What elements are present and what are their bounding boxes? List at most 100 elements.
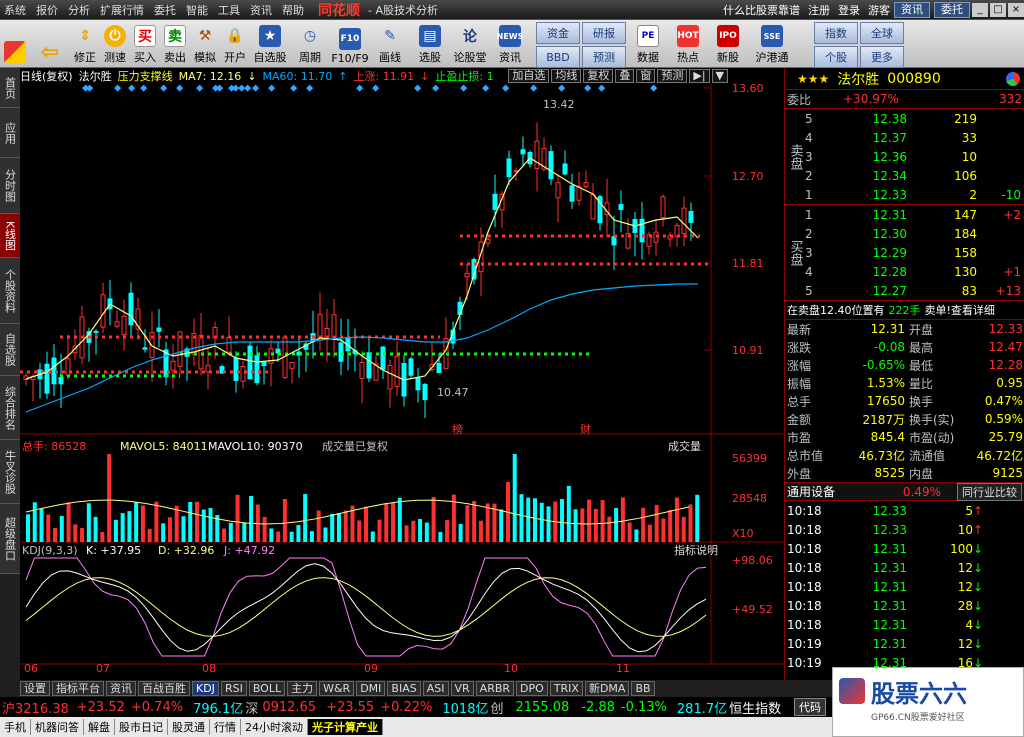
minimize-icon[interactable]: _ [972, 2, 988, 17]
menu-news[interactable]: 资讯 [250, 2, 272, 18]
industry-compare-button[interactable]: 同行业比较 [957, 482, 1022, 501]
ipo-button[interactable]: IPO 新股 [708, 20, 748, 67]
tab-vr[interactable]: VR [450, 681, 474, 696]
status-gulingtong[interactable]: 股灵通 [168, 719, 210, 735]
volume-select[interactable]: 成交量 [668, 439, 701, 453]
cy-index[interactable]: 2155.08 [516, 700, 570, 715]
collapse-icon[interactable]: ▶| [689, 69, 710, 83]
industry-name[interactable]: 通用设备 [787, 483, 887, 500]
sidebar-item-apps[interactable]: 应用 [0, 108, 20, 158]
period-label[interactable]: 日线(复权) [20, 68, 73, 84]
tab-kdj[interactable]: KDJ [192, 681, 219, 696]
tab-rsi[interactable]: RSI [220, 681, 247, 696]
back-button[interactable]: ⇦ [30, 20, 70, 67]
sidebar-item-home[interactable]: 首页 [0, 68, 20, 108]
hk-connect-button[interactable]: SSE 沪港通 [748, 20, 796, 67]
news-button[interactable]: 资讯 [894, 1, 930, 18]
revise-button[interactable]: ⇕ 修正 [70, 20, 100, 67]
sell-level-row[interactable]: 5 12.38 219 [805, 109, 1024, 128]
menu-analysis[interactable]: 分析 [68, 2, 90, 18]
tab-indicator-platform[interactable]: 指标平台 [52, 681, 104, 696]
tab-wr[interactable]: W&R [319, 681, 355, 696]
sz-index[interactable]: 0912.65 [262, 700, 316, 715]
maximize-icon[interactable]: □ [990, 2, 1006, 17]
menu-trade[interactable]: 委托 [154, 2, 176, 18]
sell-level-row[interactable]: 1 12.33 2 -10 [805, 185, 1024, 204]
tab-arbr[interactable]: ARBR [475, 681, 515, 696]
funds-button[interactable]: 资金 [536, 22, 580, 44]
tab-bias[interactable]: BIAS [387, 681, 421, 696]
menu-ext-quote[interactable]: 扩展行情 [100, 2, 144, 18]
sidebar-item-diagnosis[interactable]: 牛叉诊股 [0, 440, 20, 504]
menu-system[interactable]: 系统 [4, 2, 26, 18]
info-button[interactable]: NEWS 资讯 [490, 20, 530, 67]
tab-boll[interactable]: BOLL [248, 681, 286, 696]
sell-level-row[interactable]: 3 12.36 10 [805, 147, 1024, 166]
trade-button[interactable]: 委托 [934, 1, 970, 18]
tab-dmi[interactable]: DMI [356, 681, 386, 696]
menu-quote[interactable]: 报价 [36, 2, 58, 18]
kline-chart-area[interactable]: 日线(复权) 法尔胜 压力支撑线 MA7: 12.16 ↓ MA60: 11.7… [20, 68, 784, 680]
close-icon[interactable]: × [1008, 2, 1024, 17]
open-account-button[interactable]: 🔒 开户 [220, 20, 250, 67]
sidebar-item-ranking[interactable]: 综合排名 [0, 376, 20, 440]
buy-level-row[interactable]: 3 12.29 158 [805, 243, 1024, 262]
sell-level-row[interactable]: 4 12.37 33 [805, 128, 1024, 147]
buy-button[interactable]: 买买入 [130, 20, 160, 67]
status-mobile[interactable]: 手机 [0, 719, 31, 735]
stock-button[interactable]: 个股 [814, 46, 858, 68]
menu-help[interactable]: 帮助 [282, 2, 304, 18]
status-qa[interactable]: 机器问答 [31, 719, 84, 735]
login-link[interactable]: 登录 [838, 2, 860, 18]
code-input[interactable]: 代码 [794, 698, 826, 716]
window-button[interactable]: 窗 [636, 69, 656, 83]
status-rolling[interactable]: 24小时滚动 [241, 719, 308, 735]
tab-baizhan[interactable]: 百战百胜 [138, 681, 190, 696]
research-button[interactable]: 研报 [582, 22, 626, 44]
overlay-button[interactable]: 叠 [615, 69, 635, 83]
event-mark-finance[interactable]: 财 [580, 422, 591, 436]
layout-button[interactable] [0, 20, 30, 67]
tab-news[interactable]: 资讯 [106, 681, 136, 696]
tab-new-dma[interactable]: 新DMA [584, 681, 630, 696]
buy-level-row[interactable]: 2 12.30 184 [805, 224, 1024, 243]
menu-tools[interactable]: 工具 [218, 2, 240, 18]
hotspot-button[interactable]: HOT 热点 [668, 20, 708, 67]
promo-link[interactable]: 什么比股票靠谱 [723, 2, 800, 18]
register-link[interactable]: 注册 [808, 2, 830, 18]
status-diary[interactable]: 股市日记 [115, 719, 168, 735]
status-news-scroll[interactable]: 光子计算产业 [308, 719, 383, 735]
draw-line-button[interactable]: ✎ 画线 [370, 20, 410, 67]
period-button[interactable]: ◷ 周期 [290, 20, 330, 67]
speed-test-button[interactable]: ⏻ 测速 [100, 20, 130, 67]
more-button[interactable]: 更多 [860, 46, 904, 68]
ma-button[interactable]: 均线 [551, 69, 582, 83]
menu-smart[interactable]: 智能 [186, 2, 208, 18]
f10-button[interactable]: F10 F10/F9 [330, 20, 370, 67]
global-button[interactable]: 全球 [860, 22, 904, 44]
status-quote[interactable]: 行情 [210, 719, 241, 735]
sell-level-row[interactable]: 2 12.34 106 [805, 166, 1024, 185]
dropdown-icon[interactable]: ▼ [711, 69, 728, 83]
sidebar-item-timeshare[interactable]: 分时图 [0, 158, 20, 214]
adjust-button[interactable]: 复权 [583, 69, 614, 83]
tab-dpo[interactable]: DPO [516, 681, 548, 696]
sidebar-item-profile[interactable]: 个股资料 [0, 258, 20, 324]
watchlist-button[interactable]: ★ 自选股 [250, 20, 290, 67]
hs-label[interactable]: 恒生指数 [729, 698, 781, 717]
sidebar-item-kline[interactable]: K线图 [0, 214, 20, 258]
index-button[interactable]: 指数 [814, 22, 858, 44]
sell-button[interactable]: 卖卖出 [160, 20, 190, 67]
status-analysis[interactable]: 解盘 [84, 719, 115, 735]
stock-picker-button[interactable]: ▤ 选股 [410, 20, 450, 67]
tab-main-force[interactable]: 主力 [287, 681, 318, 696]
guest-link[interactable]: 游客 [868, 2, 890, 18]
large-order-notice[interactable]: 在卖盘12.40位置有 222手 卖单!查看详细 [785, 301, 1024, 320]
predict-button[interactable]: 预测 [657, 69, 688, 83]
event-mark-rank[interactable]: 榜 [452, 422, 463, 436]
sh-index[interactable]: 沪3216.38 [2, 698, 69, 717]
sidebar-item-watchlist[interactable]: 自选股 [0, 324, 20, 376]
forecast-button[interactable]: 预测 [582, 46, 626, 68]
sidebar-item-super-panel[interactable]: 超级盘口 [0, 504, 20, 574]
buy-level-row[interactable]: 1 12.31 147 +2 [805, 205, 1024, 224]
